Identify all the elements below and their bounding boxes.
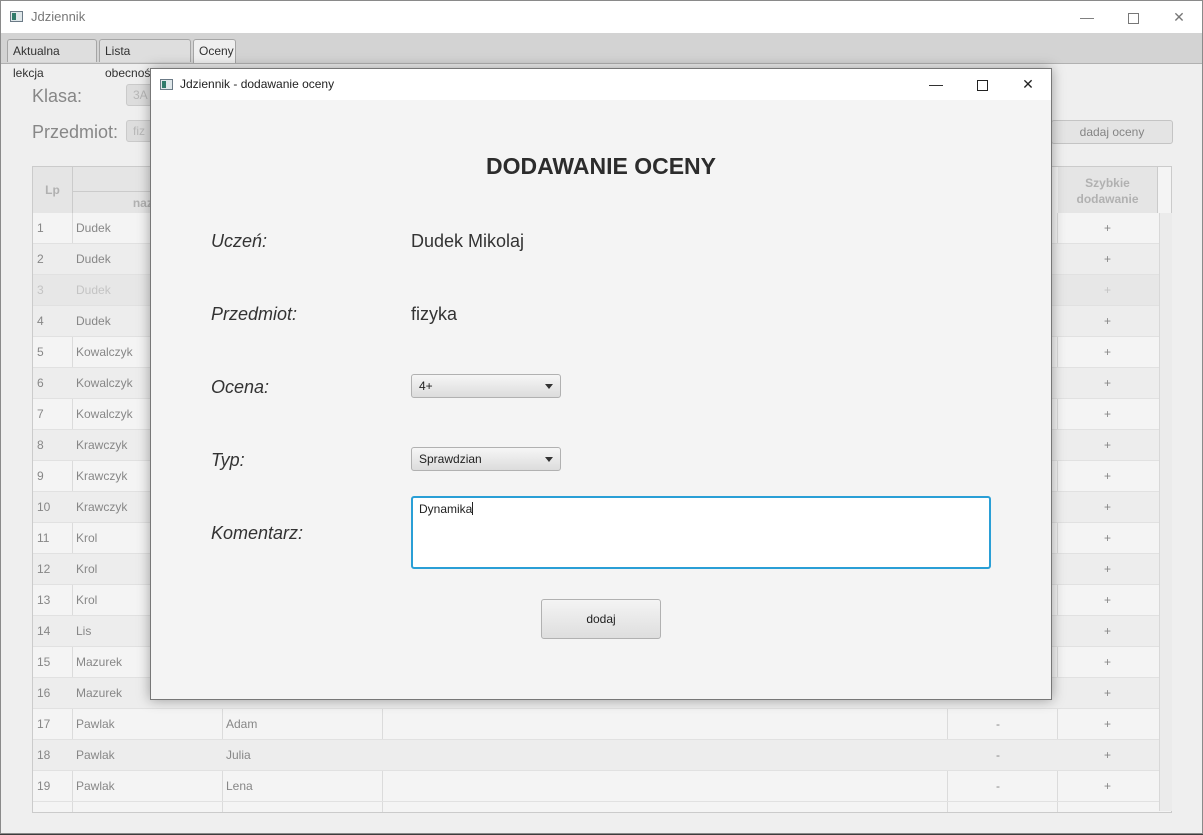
add-grade-dialog: Jdziennik - dodawanie oceny — ✕ DODAWANI… <box>150 68 1052 700</box>
grade-select-value: 4+ <box>419 379 433 393</box>
student-value: Dudek Mikolaj <box>411 231 525 251</box>
dialog-subject-value: fizyka <box>411 304 458 324</box>
grade-label: Ocena: <box>211 377 270 397</box>
close-button[interactable]: ✕ <box>1156 1 1202 33</box>
main-window-title: Jdziennik <box>31 9 86 24</box>
grade-select[interactable]: 4+ <box>411 374 561 398</box>
chevron-down-icon <box>545 384 553 389</box>
student-label: Uczeń: <box>211 231 268 251</box>
app-icon <box>10 11 23 22</box>
dialog-maximize-button[interactable] <box>959 69 1005 100</box>
dialog-subject-label: Przedmiot: <box>211 304 298 324</box>
dialog-titlebar[interactable]: Jdziennik - dodawanie oceny — ✕ <box>151 69 1051 100</box>
dialog-app-icon <box>160 79 173 90</box>
comment-label: Komentarz: <box>211 523 304 543</box>
dialog-minimize-button[interactable]: — <box>913 69 959 100</box>
submit-grade-button[interactable]: dodaj <box>541 599 661 639</box>
maximize-icon <box>1127 12 1139 24</box>
comment-textarea[interactable]: Dynamika <box>411 496 991 569</box>
chevron-down-icon <box>545 457 553 462</box>
main-titlebar[interactable]: Jdziennik — ✕ <box>1 1 1202 33</box>
dialog-title: Jdziennik - dodawanie oceny <box>180 77 335 91</box>
minimize-button[interactable]: — <box>1064 1 1110 33</box>
comment-text: Dynamika <box>419 502 473 516</box>
maximize-icon <box>976 79 988 91</box>
type-select[interactable]: Sprawdzian <box>411 447 561 471</box>
type-label: Typ: <box>211 450 245 470</box>
text-caret <box>472 502 474 515</box>
type-select-value: Sprawdzian <box>419 452 482 466</box>
dialog-heading: DODAWANIE OCENY <box>485 153 717 179</box>
maximize-button[interactable] <box>1110 1 1156 33</box>
dialog-close-button[interactable]: ✕ <box>1005 69 1051 100</box>
